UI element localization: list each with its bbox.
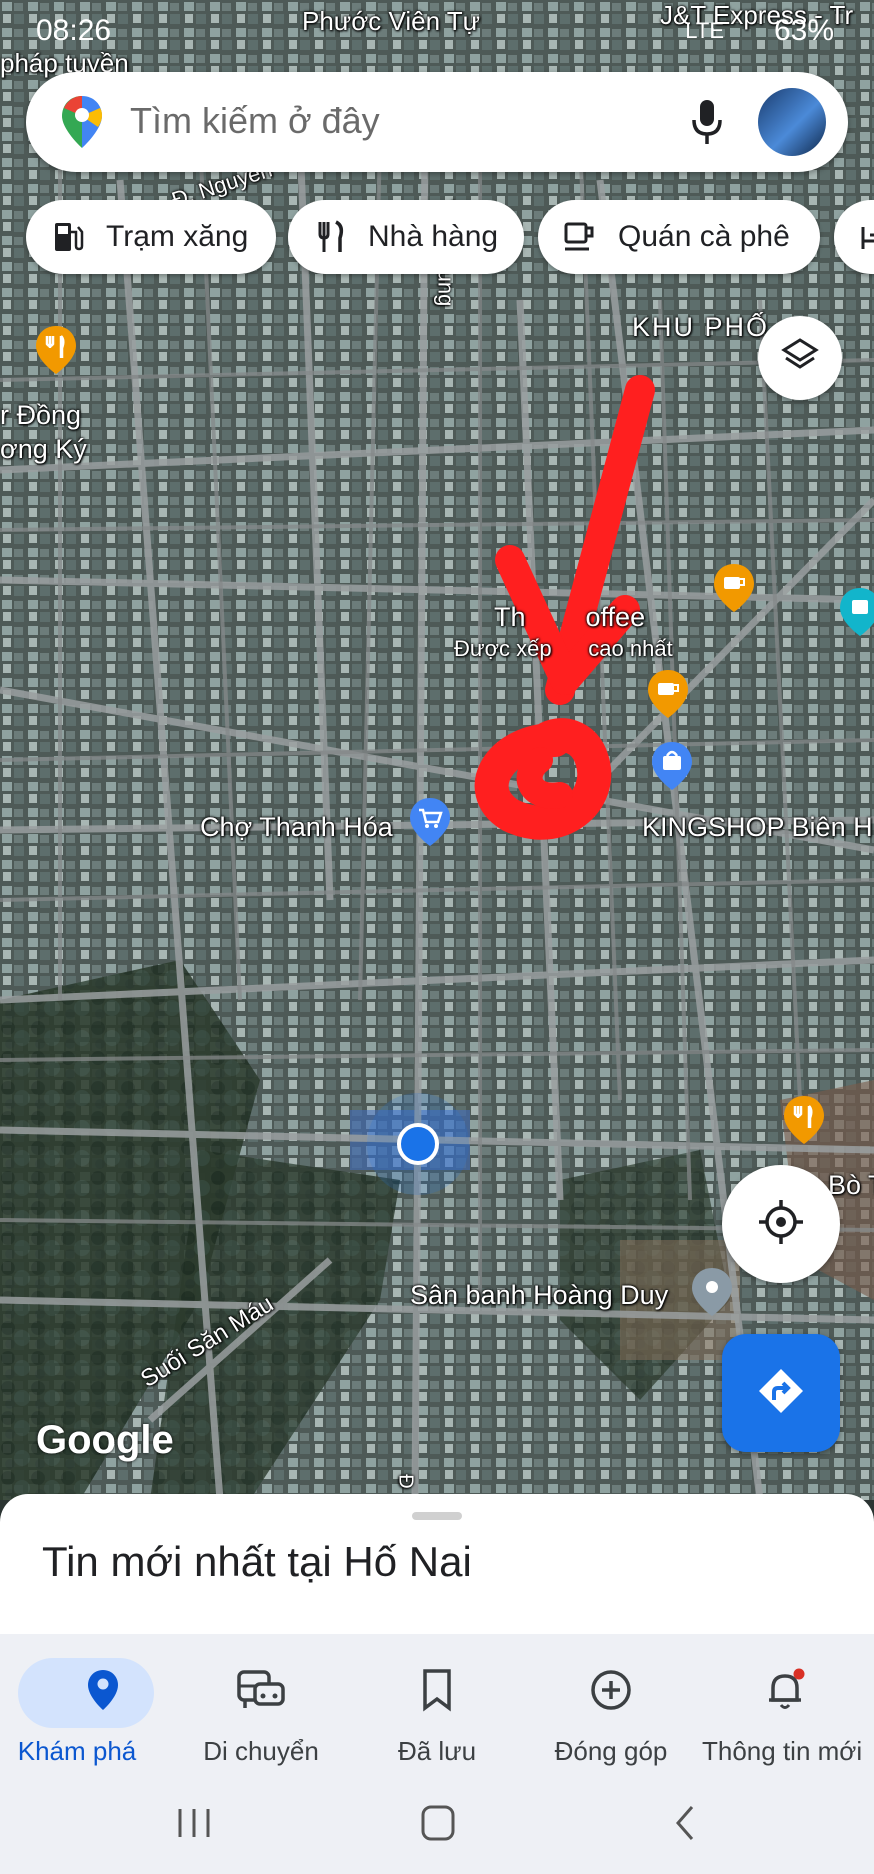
sheet-handle[interactable]	[412, 1512, 462, 1520]
map-label: Được xếp cao nhất	[454, 636, 673, 661]
layers-button[interactable]	[758, 316, 842, 400]
teal-poi-icon[interactable]	[838, 586, 874, 638]
nav-label: Di chuyển	[203, 1736, 319, 1766]
chip-cafe[interactable]: Quán cà phê	[538, 200, 820, 274]
nav-updates[interactable]: Thông tin mới	[698, 1646, 872, 1766]
back-icon[interactable]	[670, 1804, 700, 1847]
place-pin-icon[interactable]	[690, 1266, 734, 1318]
chip-label: Nhà hàng	[368, 220, 499, 253]
nav-label: Đóng góp	[554, 1736, 668, 1766]
map-label: Đ	[394, 1474, 417, 1489]
restaurant-poi-icon[interactable]	[34, 324, 78, 376]
status-bar: 08:26 LTE 63%	[0, 0, 874, 56]
crosshair-icon	[757, 1198, 805, 1251]
restaurant-poi-icon[interactable]	[782, 1094, 826, 1146]
account-avatar[interactable]	[758, 88, 826, 156]
gas-station-icon	[48, 217, 88, 257]
recent-apps-icon[interactable]	[176, 1806, 212, 1845]
map-label: KHU PHỐ	[632, 312, 770, 342]
nav-label: Khám phá	[17, 1736, 137, 1766]
map-label: r Đồng	[0, 400, 82, 430]
microphone-icon[interactable]	[690, 98, 724, 151]
search-bar[interactable]: Tìm kiếm ở đây	[26, 72, 848, 172]
layers-icon	[780, 336, 820, 381]
explore-pin-icon	[16, 1668, 190, 1718]
chip-restaurant[interactable]: Nhà hàng	[288, 200, 524, 274]
directions-button[interactable]	[722, 1334, 840, 1452]
google-logo: Google	[36, 1418, 174, 1462]
bottom-navigation: Khám phá Di chuyển Đã lưu Đóng góp Thông…	[0, 1634, 874, 1784]
cafe-icon	[560, 217, 600, 257]
battery-level: 63%	[773, 14, 834, 47]
chip-gas-station[interactable]: Trạm xăng	[26, 200, 276, 274]
map-label: Sân banh Hoàng Duy	[410, 1280, 669, 1310]
map-label: Th offee	[494, 602, 646, 632]
my-location-button[interactable]	[722, 1165, 840, 1283]
cafe-poi-icon[interactable]	[646, 668, 690, 720]
nav-commute[interactable]: Di chuyển	[174, 1646, 348, 1766]
chip-label: Trạm xăng	[106, 220, 249, 253]
nav-label: Đã lưu	[397, 1736, 477, 1766]
my-location-dot	[397, 1123, 439, 1165]
commute-icon	[174, 1668, 348, 1718]
search-input[interactable]: Tìm kiếm ở đây	[130, 100, 380, 142]
explore-sheet[interactable]: Tin mới nhất tại Hố Nai	[0, 1494, 874, 1634]
directions-icon	[756, 1366, 806, 1421]
contribute-icon	[524, 1668, 698, 1718]
shopping-cart-poi-icon[interactable]	[408, 796, 452, 848]
sheet-title: Tin mới nhất tại Hố Nai	[42, 1538, 472, 1585]
cafe-poi-icon[interactable]	[712, 562, 756, 614]
google-maps-pin-icon	[60, 94, 104, 155]
home-icon[interactable]	[420, 1804, 456, 1847]
nav-saved[interactable]: Đã lưu	[350, 1646, 524, 1766]
status-time: 08:26	[36, 14, 112, 47]
map-label: KINGSHOP Biên H	[642, 812, 873, 842]
shopping-poi-icon[interactable]	[650, 740, 694, 792]
map-label: Bò T	[828, 1170, 874, 1200]
nav-contribute[interactable]: Đóng góp	[524, 1646, 698, 1766]
notification-bell-icon	[698, 1668, 872, 1718]
restaurant-icon	[310, 217, 350, 257]
chip-label: Quán cà phê	[618, 220, 790, 253]
system-navigation-bar	[0, 1784, 874, 1874]
bookmark-icon	[350, 1668, 524, 1718]
map-label: ơng Ký	[0, 434, 87, 464]
map-label: Chợ Thanh Hóa	[200, 812, 393, 842]
nav-label: Thông tin mới	[702, 1736, 863, 1766]
bed-icon	[856, 217, 874, 257]
network-type: LTE	[685, 18, 724, 43]
